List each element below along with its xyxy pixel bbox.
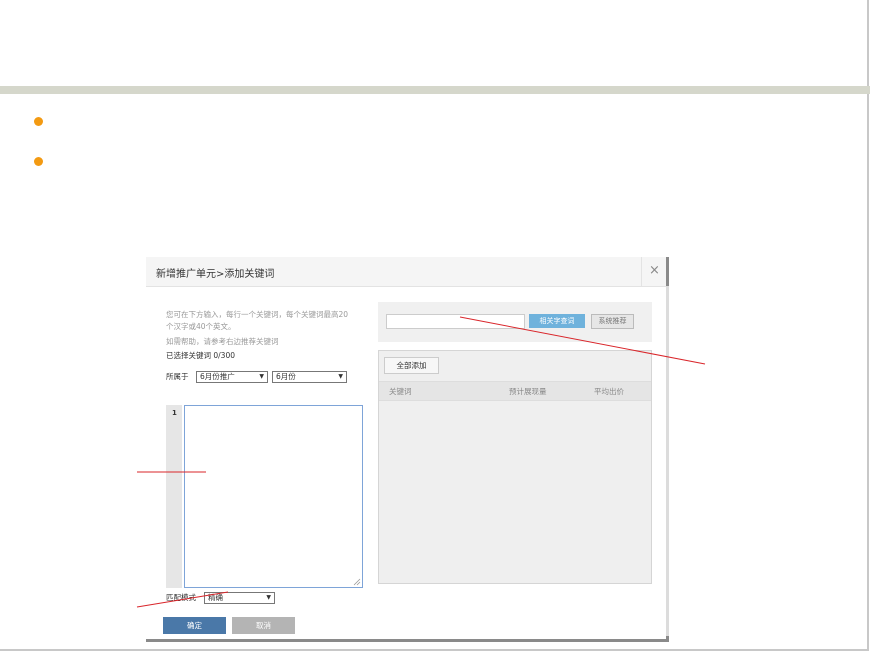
annotation-line xyxy=(459,316,706,365)
annotation-line xyxy=(136,591,229,608)
annotation-lines xyxy=(136,316,706,608)
